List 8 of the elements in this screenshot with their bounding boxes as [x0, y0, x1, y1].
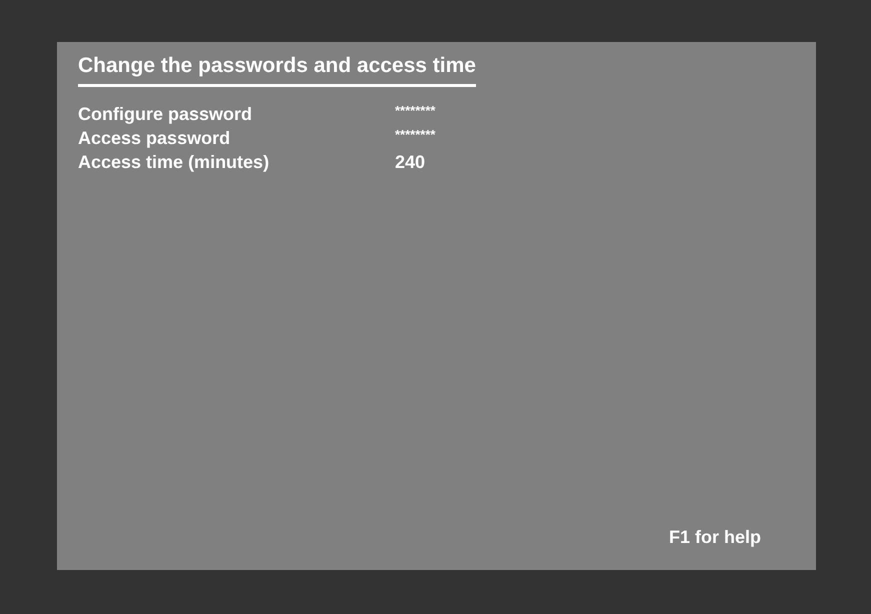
screen-title: Change the passwords and access time — [78, 54, 476, 87]
field-label: Access time (minutes) — [78, 151, 270, 173]
help-hint: F1 for help — [668, 527, 761, 548]
field-value: 240 — [395, 151, 426, 173]
field-value: ******** — [395, 103, 436, 119]
field-value: ******** — [395, 127, 436, 143]
field-label: Access password — [78, 127, 230, 149]
field-label: Configure password — [78, 103, 252, 125]
